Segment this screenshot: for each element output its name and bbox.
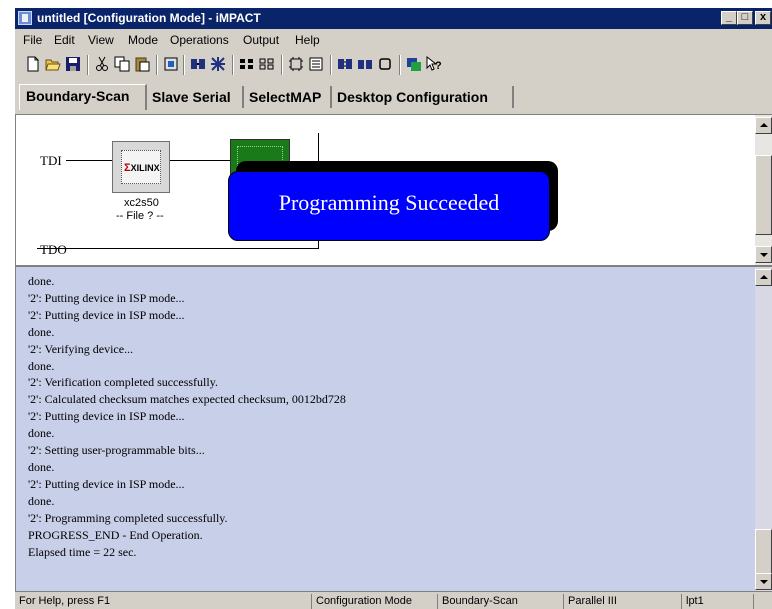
new-icon[interactable]: [25, 56, 41, 72]
arrow-up-icon: [760, 275, 768, 279]
verify-icon[interactable]: [239, 56, 255, 72]
log-line: Elapsed time = 22 sec.: [28, 544, 137, 559]
log-line: PROGRESS_END - End Operation.: [28, 527, 203, 542]
close-icon: x: [759, 11, 767, 23]
arrow-down-icon: [760, 580, 768, 584]
device-file-label: -- File ? --: [116, 210, 164, 222]
device-xc2s50[interactable]: ΣXILINX: [112, 141, 170, 193]
log-scroll-up-button[interactable]: [755, 269, 772, 286]
tdi-wire: [66, 160, 112, 161]
log-line: done.: [28, 459, 55, 474]
minimize-icon: _: [725, 11, 733, 23]
maximize-button[interactable]: □: [737, 11, 753, 25]
menu-edit[interactable]: Edit: [54, 33, 75, 47]
tdi-label: TDI: [40, 153, 62, 168]
output-window-icon[interactable]: [406, 56, 422, 72]
close-button[interactable]: x: [755, 11, 771, 25]
log-line: '2': Verification completed successfully…: [28, 375, 218, 390]
xilinx-logo: ΣXILINX: [124, 162, 160, 174]
identify-chain-icon[interactable]: [163, 56, 179, 72]
resize-grip-icon[interactable]: [753, 594, 772, 609]
menu-help[interactable]: Help: [295, 33, 320, 47]
get-idcode-icon[interactable]: [308, 56, 324, 72]
cable-setup-icon[interactable]: [337, 56, 353, 72]
tdo-label: TDO: [40, 242, 67, 257]
scroll-down-button[interactable]: [755, 246, 772, 263]
menu-view[interactable]: View: [88, 33, 114, 47]
log-scroll-thumb[interactable]: [755, 529, 772, 579]
impact-window: untitled [Configuration Mode] - iMPACT _…: [14, 8, 772, 609]
log-lines: done. '2': Putting device in ISP mode... '…: [28, 273, 346, 560]
tdo-wire: [37, 248, 319, 249]
log-line: '2': Programming completed successfully.: [28, 510, 228, 525]
program-multiple-icon[interactable]: [357, 56, 373, 72]
erase-icon[interactable]: [210, 56, 226, 72]
log-line: '2': Putting device in ISP mode...: [28, 409, 185, 424]
menu-mode[interactable]: Mode: [128, 33, 158, 47]
log-line: done.: [28, 426, 55, 441]
menu-bar: File Edit View Mode Operations Output He…: [15, 30, 772, 50]
tab-selectmap[interactable]: SelectMAP: [244, 86, 332, 108]
readback-icon[interactable]: [259, 56, 275, 72]
program-icon[interactable]: [190, 56, 206, 72]
tab-boundary-scan[interactable]: Boundary-Scan: [19, 84, 147, 110]
menu-file[interactable]: File: [23, 33, 42, 47]
save-icon[interactable]: [65, 56, 81, 72]
diagram-scrollbar[interactable]: [755, 115, 772, 265]
log-line: '2': Putting device in ISP mode...: [28, 307, 185, 322]
copy-icon[interactable]: [114, 56, 130, 72]
boundary-scan-canvas[interactable]: TDI TDO ΣXILINX xc2s50 -- File ? -- Prog…: [15, 114, 772, 266]
device-name-label: xc2s50: [124, 197, 159, 209]
log-line: done.: [28, 274, 55, 288]
window-title: untitled [Configuration Mode] - iMPACT: [37, 11, 261, 25]
tab-slave-serial[interactable]: Slave Serial: [147, 86, 244, 108]
status-mode: Configuration Mode: [311, 594, 437, 609]
open-icon[interactable]: [45, 56, 61, 72]
maximize-icon: □: [741, 11, 749, 23]
status-help: For Help, press F1: [19, 595, 111, 607]
title-bar: untitled [Configuration Mode] - iMPACT _…: [15, 8, 772, 29]
tab-desktop-configuration[interactable]: Desktop Configuration: [332, 86, 514, 108]
log-line: '2': Putting device in ISP mode...: [28, 290, 185, 305]
log-line: '2': Calculated checksum matches expecte…: [28, 392, 346, 407]
output-log[interactable]: done. '2': Putting device in ISP mode... '…: [15, 266, 772, 592]
arrow-up-icon: [760, 123, 768, 127]
log-scrollbar[interactable]: [755, 267, 772, 591]
svg-text:?: ?: [435, 60, 442, 72]
log-line: '2': Setting user-programmable bits...: [28, 443, 205, 458]
log-line: '2': Verifying device...: [28, 341, 134, 356]
arrow-down-icon: [760, 253, 768, 257]
chain-wire: [170, 160, 230, 161]
popup-message: Programming Succeeded: [278, 190, 500, 215]
menu-output[interactable]: Output: [243, 33, 279, 47]
paste-icon[interactable]: [134, 56, 150, 72]
log-line: '2': Putting device in ISP mode...: [28, 476, 185, 491]
log-line: done.: [28, 358, 55, 373]
log-line: done.: [28, 324, 55, 339]
status-bar: For Help, press F1 Configuration Mode Bo…: [15, 593, 772, 609]
programming-succeeded-popup: Programming Succeeded: [228, 171, 550, 241]
log-line: done.: [28, 493, 55, 508]
scroll-up-button[interactable]: [755, 117, 772, 134]
status-scan: Boundary-Scan: [437, 594, 563, 609]
device-die: ΣXILINX: [121, 150, 161, 184]
scroll-thumb[interactable]: [755, 155, 772, 235]
minimize-button[interactable]: _: [721, 11, 737, 25]
blank-check-icon[interactable]: [288, 56, 304, 72]
menu-operations[interactable]: Operations: [170, 33, 229, 47]
mode-tabs: Boundary-Scan Slave Serial SelectMAP Des…: [15, 84, 772, 110]
app-icon[interactable]: [18, 11, 32, 25]
help-context-icon[interactable]: ?: [426, 56, 442, 72]
chip-outline-icon[interactable]: [377, 56, 393, 72]
log-scroll-down-button[interactable]: [755, 573, 772, 590]
status-cable: Parallel III: [563, 594, 681, 609]
cut-icon[interactable]: [94, 56, 110, 72]
status-port: lpt1: [681, 594, 753, 609]
